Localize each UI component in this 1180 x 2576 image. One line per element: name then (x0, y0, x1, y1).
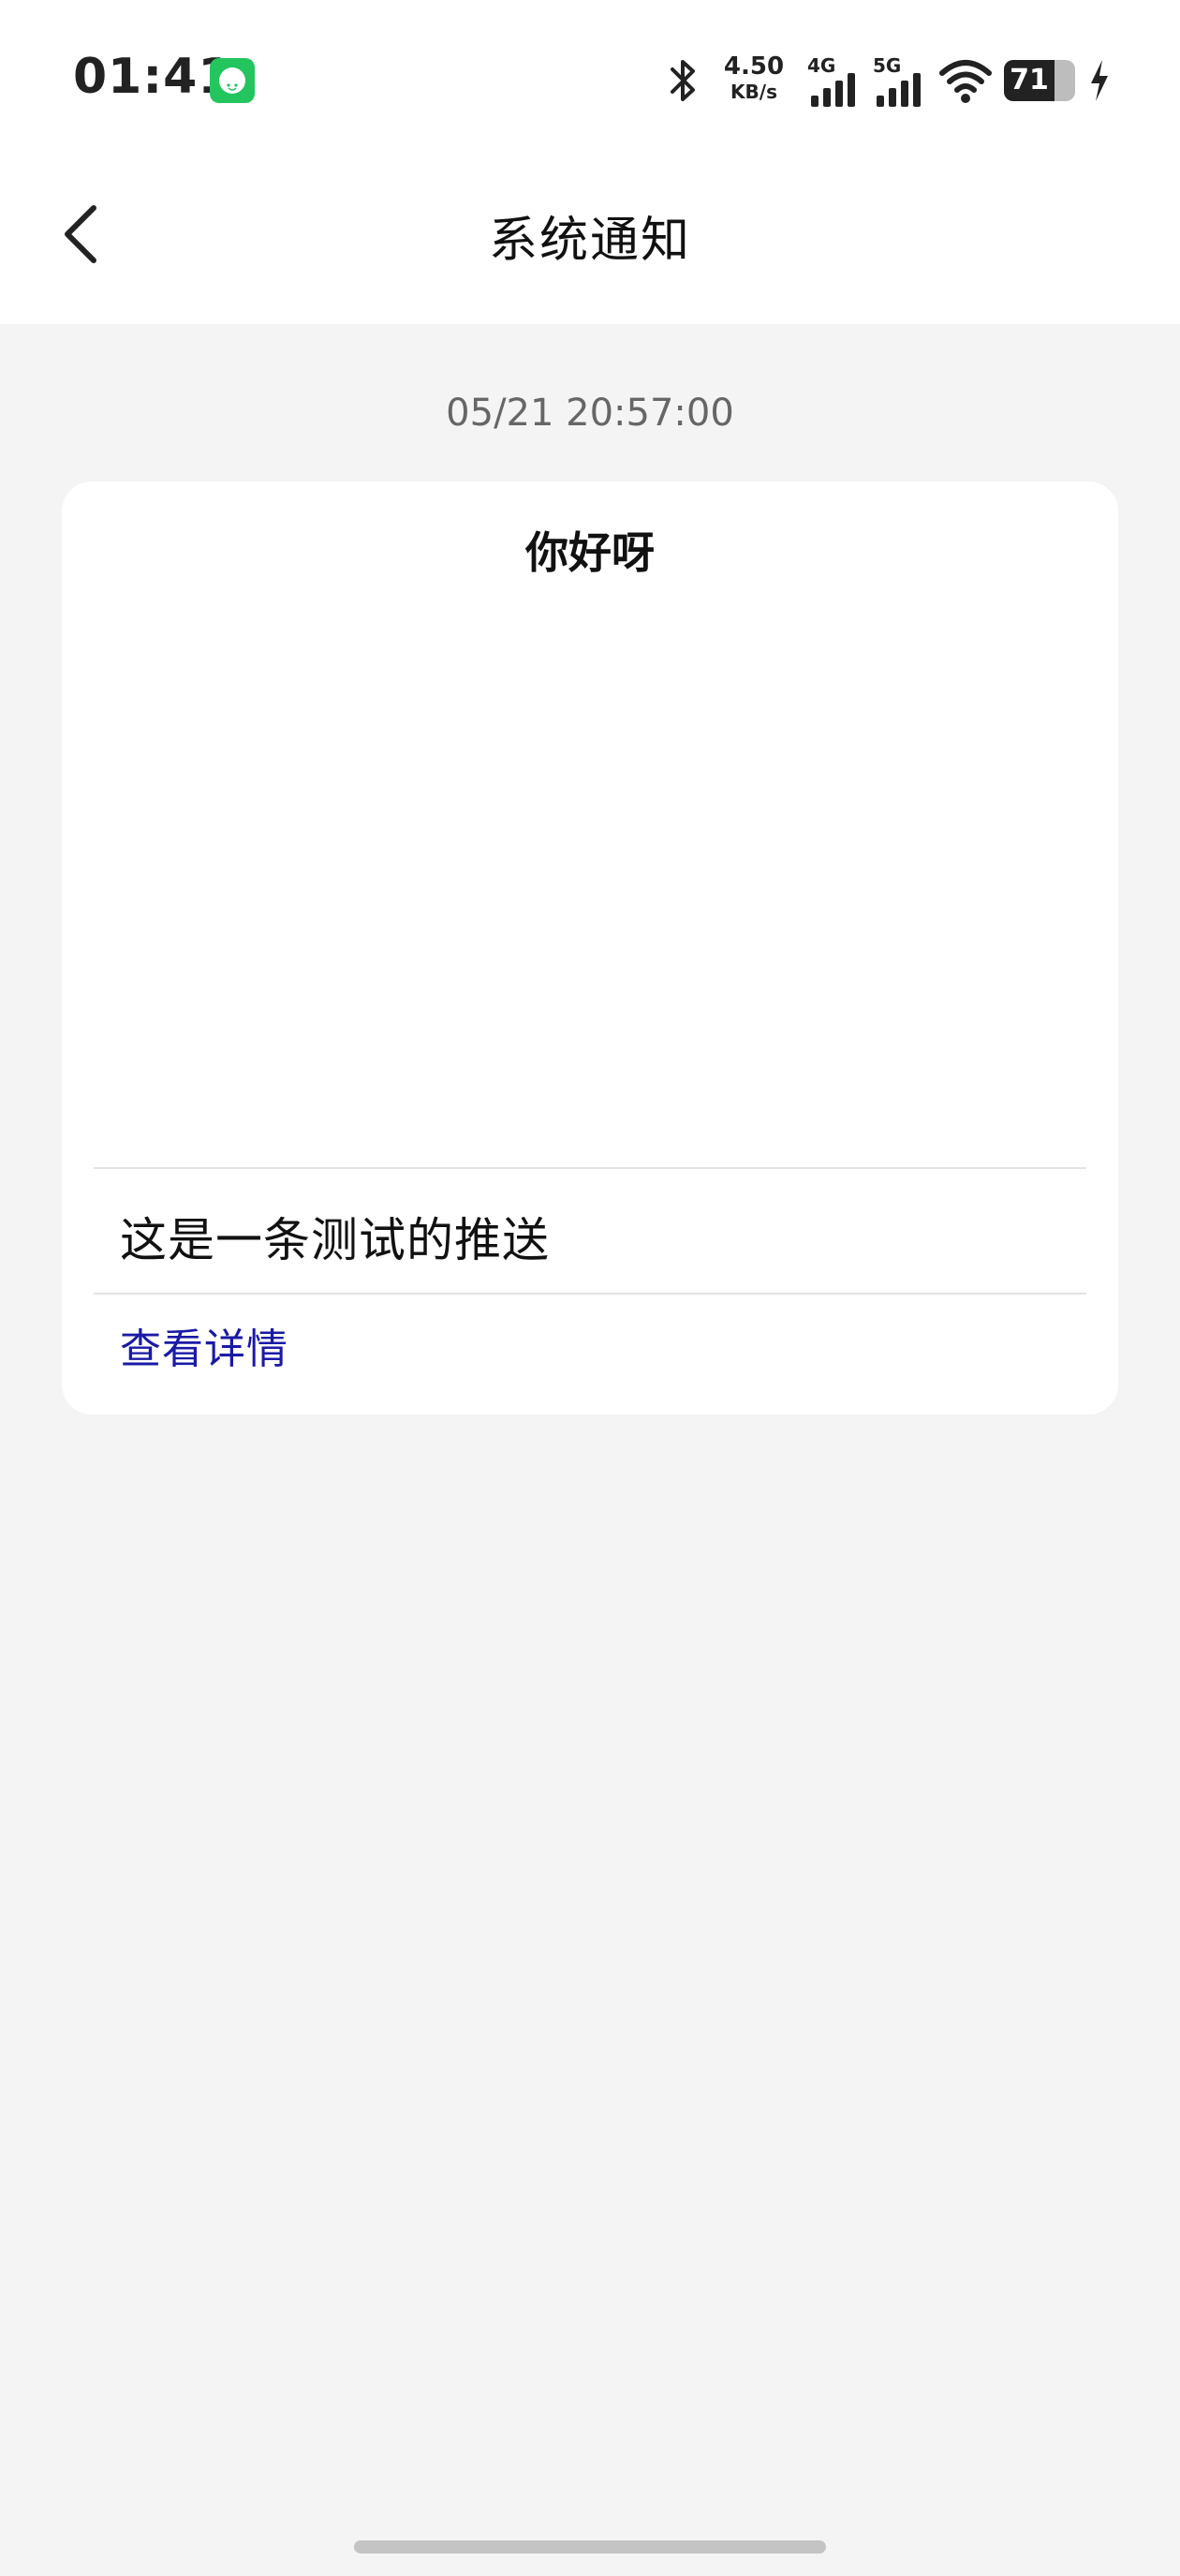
divider (94, 1293, 1086, 1295)
bluetooth-icon (671, 60, 695, 101)
charging-icon (1091, 60, 1108, 101)
signal-4g-icon: 4G (807, 54, 862, 107)
notification-title: 你好呀 (525, 527, 655, 578)
page-title: 系统通知 (488, 213, 691, 269)
network-speed-unit: KB/s (730, 81, 777, 103)
wifi-icon (939, 60, 992, 103)
home-indicator[interactable] (354, 2540, 826, 2554)
network-speed-value: 4.50 (723, 52, 785, 81)
notification-card: 你好呀 这是一条测试的推送 查看详情 (62, 481, 1118, 1414)
signal-5g-icon: 5G (873, 54, 927, 107)
network-speed: 4.50 KB/s (719, 54, 789, 101)
status-time: 01:41 (73, 49, 233, 105)
status-icons: 4.50 KB/s 4G 5G 71 (665, 51, 1114, 111)
battery-level: 71 (1010, 64, 1049, 96)
notification-body: 这是一条测试的推送 (120, 1213, 550, 1267)
navigation-bar: 系统通知 (0, 159, 1180, 324)
notification-timestamp: 05/21 20:57:00 (446, 392, 734, 435)
status-bar: 01:41 4.50 KB/s 4G 5G 71 (0, 0, 1180, 159)
battery-icon: 71 (1004, 60, 1075, 101)
app-notification-icon (210, 58, 255, 103)
divider (94, 1167, 1086, 1169)
view-details-link[interactable]: 查看详情 (120, 1315, 288, 1375)
